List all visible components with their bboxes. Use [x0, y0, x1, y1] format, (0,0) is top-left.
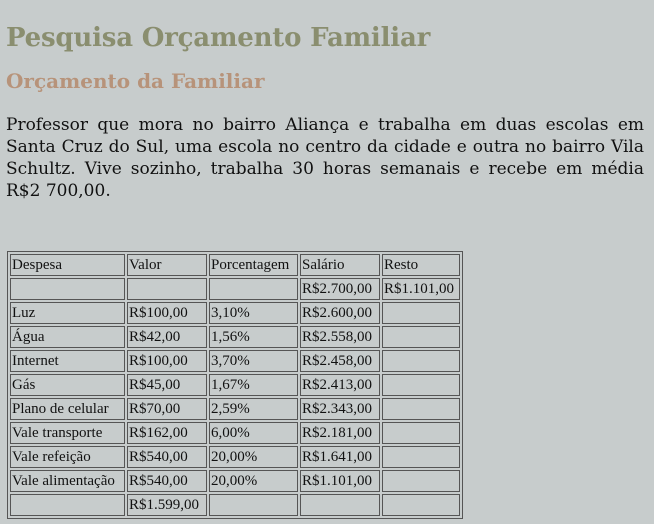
cell-valor: R$42,00 — [127, 326, 207, 348]
cell-valor: R$100,00 — [127, 302, 207, 324]
cell-porcentagem: 2,59% — [209, 398, 298, 420]
cell-porcentagem: 20,00% — [209, 470, 298, 492]
header-despesa: Despesa — [10, 254, 125, 276]
table-header-row: Despesa Valor Porcentagem Salário Resto — [10, 254, 460, 276]
cell-despesa: Plano de celular — [10, 398, 125, 420]
table-row: Água R$42,00 1,56% R$2.558,00 — [10, 326, 460, 348]
budget-table: Despesa Valor Porcentagem Salário Resto … — [7, 251, 463, 519]
cell-resto — [382, 326, 460, 348]
cell-porcentagem: 1,67% — [209, 374, 298, 396]
page-subtitle: Orçamento da Familiar — [6, 69, 265, 93]
cell-resto — [382, 470, 460, 492]
cell-porcentagem: 3,70% — [209, 350, 298, 372]
cell-despesa — [10, 278, 125, 300]
cell-salario: R$2.700,00 — [300, 278, 380, 300]
table-row: Vale refeição R$540,00 20,00% R$1.641,00 — [10, 446, 460, 468]
cell-despesa: Vale refeição — [10, 446, 125, 468]
cell-porcentagem: 1,56% — [209, 326, 298, 348]
cell-valor — [127, 278, 207, 300]
cell-resto: R$1.101,00 — [382, 278, 460, 300]
table-row: Internet R$100,00 3,70% R$2.458,00 — [10, 350, 460, 372]
cell-valor: R$540,00 — [127, 470, 207, 492]
cell-valor: R$540,00 — [127, 446, 207, 468]
cell-valor: R$162,00 — [127, 422, 207, 444]
cell-salario: R$1.101,00 — [300, 470, 380, 492]
budget-table-body: Despesa Valor Porcentagem Salário Resto … — [10, 254, 460, 516]
table-row: R$1.599,00 — [10, 494, 460, 516]
cell-salario: R$2.600,00 — [300, 302, 380, 324]
cell-despesa: Vale transporte — [10, 422, 125, 444]
cell-porcentagem: 3,10% — [209, 302, 298, 324]
table-row: R$2.700,00 R$1.101,00 — [10, 278, 460, 300]
cell-despesa — [10, 494, 125, 516]
cell-resto — [382, 422, 460, 444]
cell-valor: R$70,00 — [127, 398, 207, 420]
cell-salario — [300, 494, 380, 516]
cell-resto — [382, 398, 460, 420]
cell-salario: R$2.181,00 — [300, 422, 380, 444]
table-row: Luz R$100,00 3,10% R$2.600,00 — [10, 302, 460, 324]
cell-porcentagem: 20,00% — [209, 446, 298, 468]
cell-despesa: Luz — [10, 302, 125, 324]
cell-salario: R$2.558,00 — [300, 326, 380, 348]
cell-despesa: Vale alimentação — [10, 470, 125, 492]
cell-resto — [382, 302, 460, 324]
table-row: Vale alimentação R$540,00 20,00% R$1.101,00 — [10, 470, 460, 492]
cell-despesa: Gás — [10, 374, 125, 396]
cell-salario: R$2.343,00 — [300, 398, 380, 420]
page-content: Pesquisa Orçamento Familiar Orçamento da… — [6, 0, 644, 202]
cell-porcentagem — [209, 278, 298, 300]
cell-porcentagem — [209, 494, 298, 516]
table-row: Gás R$45,00 1,67% R$2.413,00 — [10, 374, 460, 396]
table-row: Plano de celular R$70,00 2,59% R$2.343,00 — [10, 398, 460, 420]
cell-resto — [382, 350, 460, 372]
page-title: Pesquisa Orçamento Familiar — [6, 23, 431, 53]
cell-salario: R$2.413,00 — [300, 374, 380, 396]
cell-salario: R$1.641,00 — [300, 446, 380, 468]
cell-resto — [382, 446, 460, 468]
cell-valor: R$100,00 — [127, 350, 207, 372]
header-valor: Valor — [127, 254, 207, 276]
cell-salario: R$2.458,00 — [300, 350, 380, 372]
cell-despesa: Internet — [10, 350, 125, 372]
cell-resto — [382, 374, 460, 396]
header-salario: Salário — [300, 254, 380, 276]
intro-paragraph: Professor que mora no bairro Aliança e t… — [6, 115, 644, 201]
cell-resto — [382, 494, 460, 516]
cell-despesa: Água — [10, 326, 125, 348]
header-resto: Resto — [382, 254, 460, 276]
cell-valor: R$45,00 — [127, 374, 207, 396]
header-porcentagem: Porcentagem — [209, 254, 298, 276]
cell-porcentagem: 6,00% — [209, 422, 298, 444]
table-row: Vale transporte R$162,00 6,00% R$2.181,00 — [10, 422, 460, 444]
cell-valor: R$1.599,00 — [127, 494, 207, 516]
